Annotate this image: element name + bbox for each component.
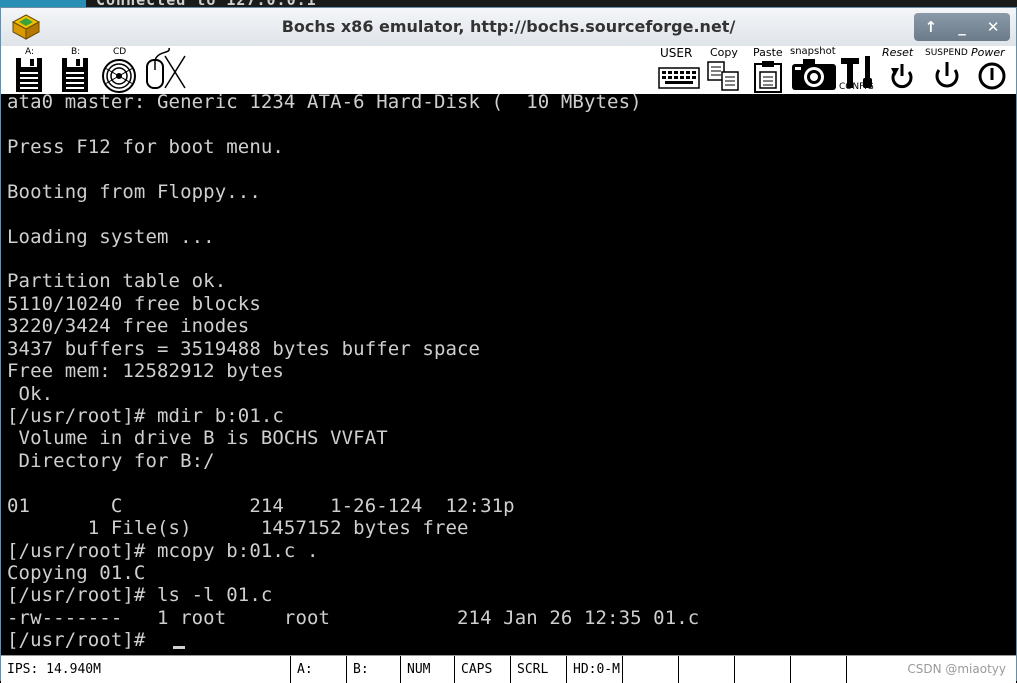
status-bar: IPS: 14.940M A: B: NUM CAPS SCRL HD:0-M … xyxy=(1,655,1016,683)
console-line: 01 C 214 1-26-124 12:31p xyxy=(7,495,515,517)
floppy-b-button[interactable]: B: xyxy=(57,46,93,94)
console-line: ata0 master: Generic 1234 ATA-6 Hard-Dis… xyxy=(7,94,642,113)
console-line: Ok. xyxy=(7,383,54,405)
console-line: 5110/10240 free blocks xyxy=(7,293,261,315)
console-line: 3437 buffers = 3519488 bytes buffer spac… xyxy=(7,338,481,360)
text-cursor xyxy=(173,646,185,649)
status-cell-empty xyxy=(791,656,847,683)
maximize-button[interactable]: ↑ xyxy=(925,18,938,36)
title-bar[interactable]: Bochs x86 emulator, http://bochs.sourcef… xyxy=(1,8,1016,47)
console-line: Booting from Floppy... xyxy=(7,181,261,203)
console-line: [/usr/root]# mcopy b:01.c . xyxy=(7,540,319,562)
copy-button[interactable]: Copy xyxy=(705,46,743,94)
floppy-a-status: A: xyxy=(291,656,347,683)
reset-button[interactable]: Reset xyxy=(881,46,925,94)
console-line: -rw------- 1 root root 214 Jan 26 12:35 … xyxy=(7,607,700,629)
bochs-window: Bochs x86 emulator, http://bochs.sourcef… xyxy=(0,7,1017,683)
emulator-screen[interactable]: ata0 master: Generic 1234 ATA-6 Hard-Dis… xyxy=(1,94,1016,655)
keyboard-icon xyxy=(658,67,700,89)
watermark: CSDN @miaotyy xyxy=(907,662,1006,676)
status-cell-empty xyxy=(623,656,679,683)
console-line: Volume in drive B is BOCHS VVFAT xyxy=(7,427,388,449)
power-icon xyxy=(978,62,1006,90)
console-line: Free mem: 12582912 bytes xyxy=(7,360,284,382)
config-button[interactable]: CONFIG xyxy=(839,46,881,94)
cdrom-button[interactable]: CD xyxy=(99,46,139,94)
close-button[interactable]: ✕ xyxy=(987,18,1000,36)
background-terminal: Connected to 127.0.0.1 xyxy=(0,0,1017,9)
console-line: Press F12 for boot menu. xyxy=(7,136,284,158)
floppy-disk-icon xyxy=(16,58,42,92)
suspend-power-icon xyxy=(935,62,959,88)
console-line: Loading system ... xyxy=(7,226,215,248)
window-title: Bochs x86 emulator, http://bochs.sourcef… xyxy=(281,17,736,36)
console-line: 3220/3424 free inodes xyxy=(7,315,250,337)
camera-icon xyxy=(792,59,836,90)
num-lock-status: NUM xyxy=(401,656,455,683)
caps-lock-status: CAPS xyxy=(455,656,511,683)
minimize-button[interactable]: _ xyxy=(958,18,966,36)
snapshot-button[interactable]: snapshot xyxy=(789,46,839,94)
console-line: [/usr/root]# xyxy=(7,629,158,651)
console-line: [/usr/root]# ls -l 01.c xyxy=(7,584,273,606)
console-line: [/usr/root]# mdir b:01.c xyxy=(7,405,284,427)
config-label: CONFIG xyxy=(839,82,874,92)
toolbar: A: B: CD USER Copy Paste snapshot CONFIG… xyxy=(1,46,1016,94)
window-controls: ↑ _ ✕ xyxy=(914,13,1010,41)
cdrom-icon xyxy=(102,59,136,93)
power-button[interactable]: Power xyxy=(969,46,1017,94)
console-line: Directory for B:/ xyxy=(7,450,215,472)
floppy-a-button[interactable]: A: xyxy=(11,46,47,94)
status-cell-empty xyxy=(735,656,791,683)
ips-status: IPS: 14.940M xyxy=(1,656,291,683)
console-line: Partition table ok. xyxy=(7,270,227,292)
user-button[interactable]: USER xyxy=(657,46,701,94)
status-cell-empty xyxy=(679,656,735,683)
mouse-icon xyxy=(146,47,186,89)
reset-icon xyxy=(891,64,913,89)
paste-icon xyxy=(754,61,782,93)
console-line: 1 File(s) 1457152 bytes free xyxy=(7,517,469,539)
copy-icon xyxy=(707,61,739,91)
paste-button[interactable]: Paste xyxy=(749,46,787,94)
floppy-b-status: B: xyxy=(347,656,401,683)
floppy-disk-icon xyxy=(62,58,88,92)
terminal-accent xyxy=(0,0,86,7)
scroll-lock-status: SCRL xyxy=(511,656,567,683)
hd-status: HD:0-M xyxy=(567,656,623,683)
console-line: Copying 01.C xyxy=(7,562,146,584)
mouse-capture-button[interactable] xyxy=(141,46,187,94)
suspend-button[interactable]: SUSPEND xyxy=(925,46,969,94)
